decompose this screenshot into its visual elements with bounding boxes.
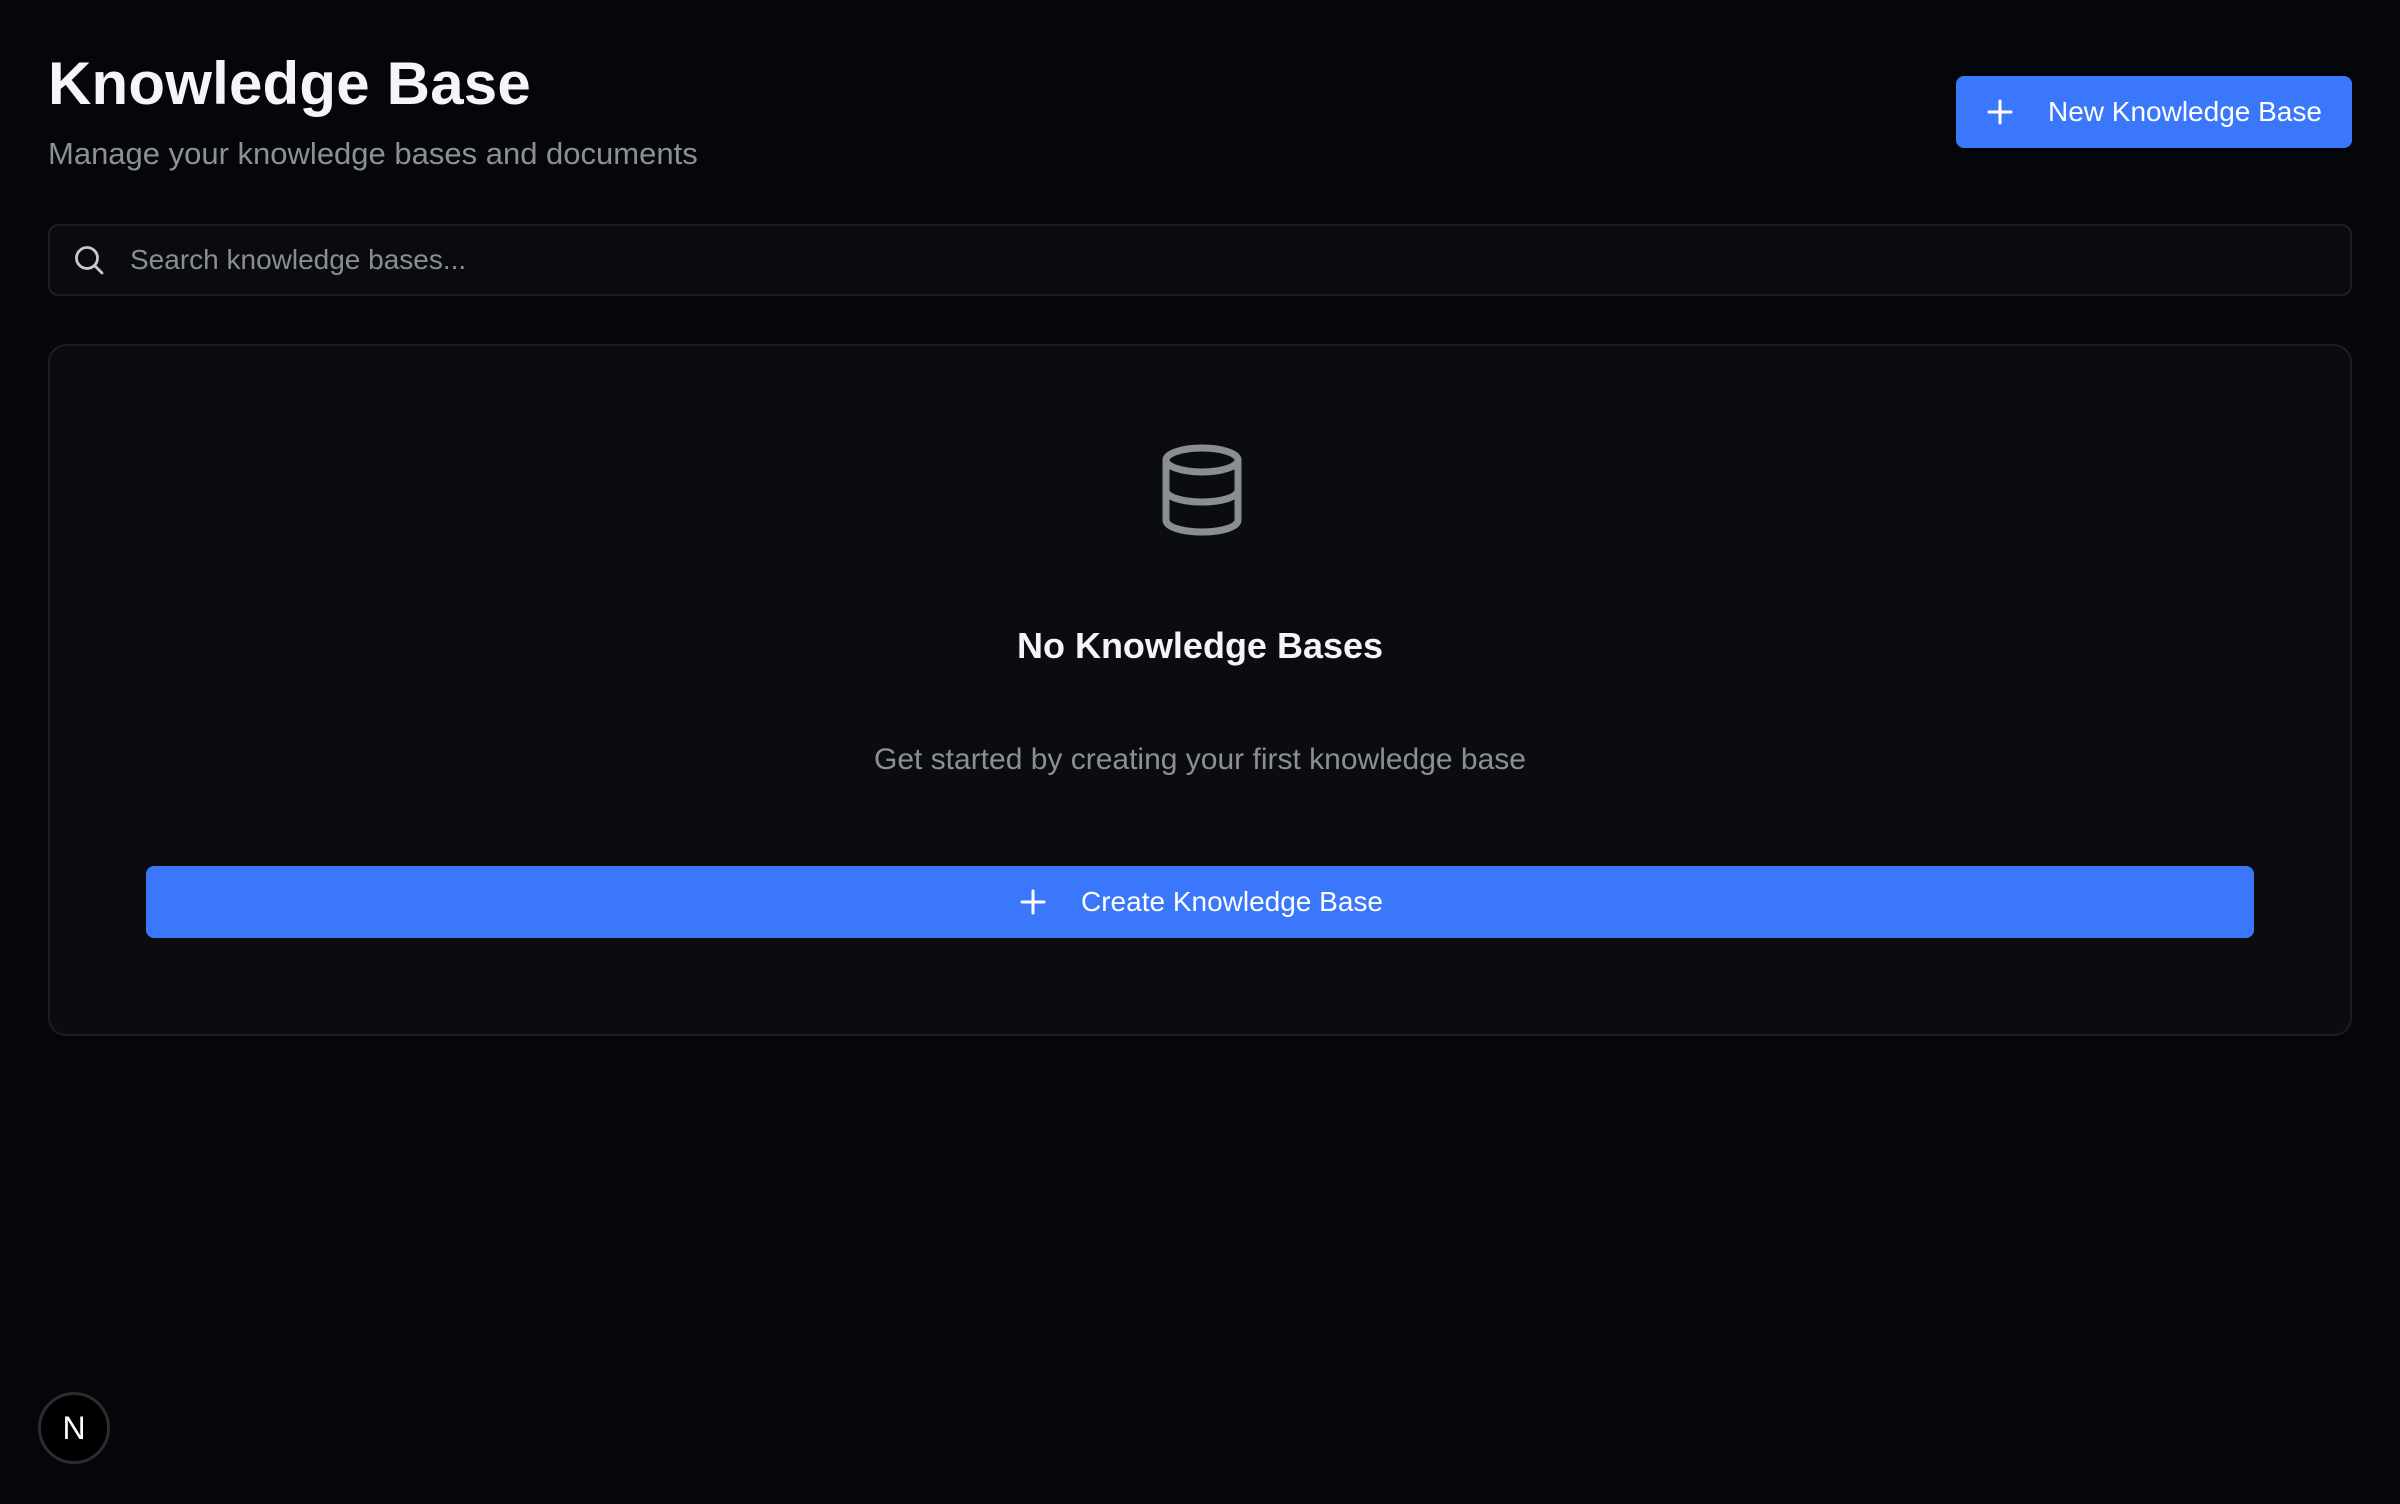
plus-icon bbox=[1017, 886, 1049, 918]
create-knowledge-base-label: Create Knowledge Base bbox=[1081, 886, 1383, 917]
new-knowledge-base-button[interactable]: New Knowledge Base bbox=[1956, 76, 2352, 148]
page-title: Knowledge Base bbox=[48, 50, 531, 117]
search-box[interactable] bbox=[48, 224, 2352, 296]
dev-tools-badge[interactable]: N bbox=[38, 1392, 110, 1464]
create-knowledge-base-button[interactable]: Create Knowledge Base bbox=[146, 866, 2254, 938]
search-input[interactable] bbox=[130, 226, 2350, 294]
empty-state-title: No Knowledge Bases bbox=[1016, 625, 1384, 666]
knowledge-base-page: Knowledge Base Manage your knowledge bas… bbox=[0, 0, 2400, 1504]
search-icon bbox=[72, 243, 106, 277]
page-subtitle: Manage your knowledge bases and document… bbox=[48, 136, 698, 171]
plus-icon bbox=[1984, 96, 2016, 128]
empty-state-description: Get started by creating your first knowl… bbox=[873, 743, 1526, 776]
badge-letter: N bbox=[62, 1409, 86, 1446]
new-knowledge-base-label: New Knowledge Base bbox=[2048, 96, 2322, 127]
database-icon bbox=[1160, 444, 1244, 536]
empty-state-card: No Knowledge Bases Get started by creati… bbox=[48, 344, 2352, 1036]
page-header: Knowledge Base Manage your knowledge bas… bbox=[48, 44, 698, 174]
